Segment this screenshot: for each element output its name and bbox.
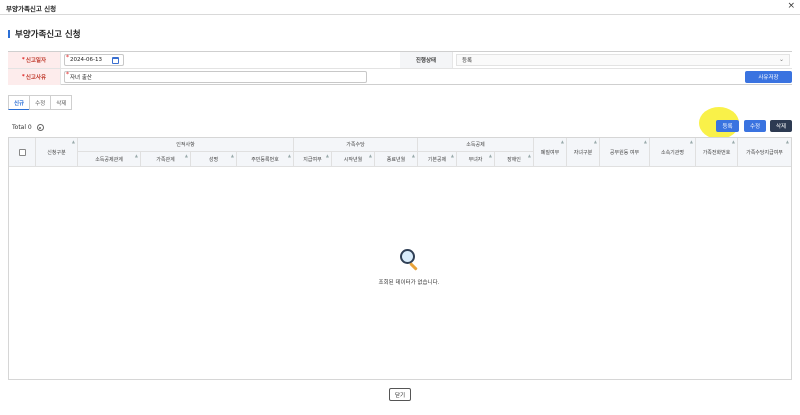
delete-button[interactable]: 삭제 — [770, 120, 792, 132]
heading-bar — [8, 30, 10, 38]
total-count: Total 0 — [12, 124, 32, 131]
reason-save-button[interactable]: 사유저장 — [745, 71, 792, 83]
register-button[interactable]: 등록 — [716, 120, 739, 132]
empty-state: 조회된 데이터가 없습니다. — [369, 248, 449, 286]
header-resident-no[interactable]: 주민등록번호 ▲ — [237, 152, 294, 167]
window-titlebar: 부양가족신고 신청 × — [0, 0, 800, 15]
header-civil-servant[interactable]: 공무원등 여부 ▲ — [600, 138, 650, 167]
header-single-parent[interactable]: 부녀자 ▲ — [457, 152, 495, 167]
header-select-all — [9, 138, 36, 167]
header-apply-type[interactable]: 신청구분 ▲ — [36, 138, 78, 167]
header-group-personal: 인적사항 — [78, 138, 294, 152]
form-row-reason: * 신고사유 * 자녀 출산 사유저장 — [8, 69, 792, 86]
tab-new[interactable]: 신규 — [8, 95, 30, 110]
header-family-phone[interactable]: 가족전화번호 ▲ — [696, 138, 738, 167]
magnifier-icon — [398, 248, 420, 272]
chevron-down-icon: ⌄ — [778, 56, 784, 63]
header-affiliation[interactable]: 소속기관명 ▲ — [650, 138, 696, 167]
gear-icon[interactable] — [36, 124, 44, 131]
page-heading: 부양가족신고 신청 — [8, 28, 81, 40]
header-family-relation[interactable]: 가족관계 ▲ — [141, 152, 191, 167]
header-income-relation[interactable]: 소득공제관계 ▲ — [78, 152, 141, 167]
header-start-ym[interactable]: 시작년월 ▲ — [332, 152, 375, 167]
dependents-grid: 신청구분 ▲ 인적사항 소득공제관계 ▲ 가족관계 ▲ 성명 ▲ 주민등록번호 ▲ 가족수… — [8, 137, 792, 380]
tab-delete[interactable]: 삭제 — [50, 95, 73, 110]
report-date-label: * 신고일자 — [8, 52, 61, 68]
form-row-date: * 신고일자 * 2024-06-13 진행상태 등록 ⌄ — [8, 52, 792, 69]
header-child-type[interactable]: 자녀구분 ▲ — [567, 138, 600, 167]
header-abolish-flag[interactable]: 폐질여부 ▲ — [534, 138, 567, 167]
header-name[interactable]: 성명 ▲ — [191, 152, 237, 167]
close-button[interactable]: 닫기 — [389, 388, 411, 401]
report-date-value: 2024-06-13 — [70, 57, 102, 63]
reason-input[interactable]: * 자녀 출산 — [64, 71, 367, 83]
header-end-ym[interactable]: 종료년월 ▲ — [375, 152, 418, 167]
reason-value: 자녀 출산 — [70, 75, 92, 81]
status-value: 등록 — [462, 58, 473, 64]
header-group-family-allowance: 가족수당 — [294, 138, 418, 152]
reason-label: * 신고사유 — [8, 69, 61, 85]
page-title: 부양가족신고 신청 — [15, 30, 81, 40]
modify-button[interactable]: 수정 — [744, 120, 766, 132]
grid-total: Total 0 — [12, 124, 44, 131]
status-label: 진행상태 — [400, 52, 453, 68]
report-form: * 신고일자 * 2024-06-13 진행상태 등록 ⌄ * 신고사유 * 자녀 … — [8, 51, 792, 85]
calendar-icon[interactable] — [112, 57, 119, 64]
tab-bar: 신규 수정 삭제 — [8, 95, 73, 110]
header-pay-flag[interactable]: 지급여부 ▲ — [294, 152, 332, 167]
report-date-field[interactable]: * 2024-06-13 — [64, 54, 124, 66]
status-select[interactable]: 등록 ⌄ — [456, 54, 790, 66]
window-title: 부양가족신고 신청 — [6, 5, 57, 13]
header-disabled[interactable]: 장애인 ▲ — [495, 152, 534, 167]
tab-modify[interactable]: 수정 — [29, 95, 51, 110]
header-group-income-deduction: 소득공제 — [418, 138, 534, 152]
empty-message: 조회된 데이터가 없습니다. — [378, 280, 440, 286]
header-allowance-pay-flag[interactable]: 가족수당지급여부 ▲ — [738, 138, 791, 167]
header-basic-deduction[interactable]: 기본공제 ▲ — [418, 152, 457, 167]
select-all-checkbox[interactable] — [18, 148, 26, 156]
grid-header: 신청구분 ▲ 인적사항 소득공제관계 ▲ 가족관계 ▲ 성명 ▲ 주민등록번호 ▲ 가족수… — [9, 138, 791, 167]
close-icon[interactable]: × — [787, 1, 795, 11]
